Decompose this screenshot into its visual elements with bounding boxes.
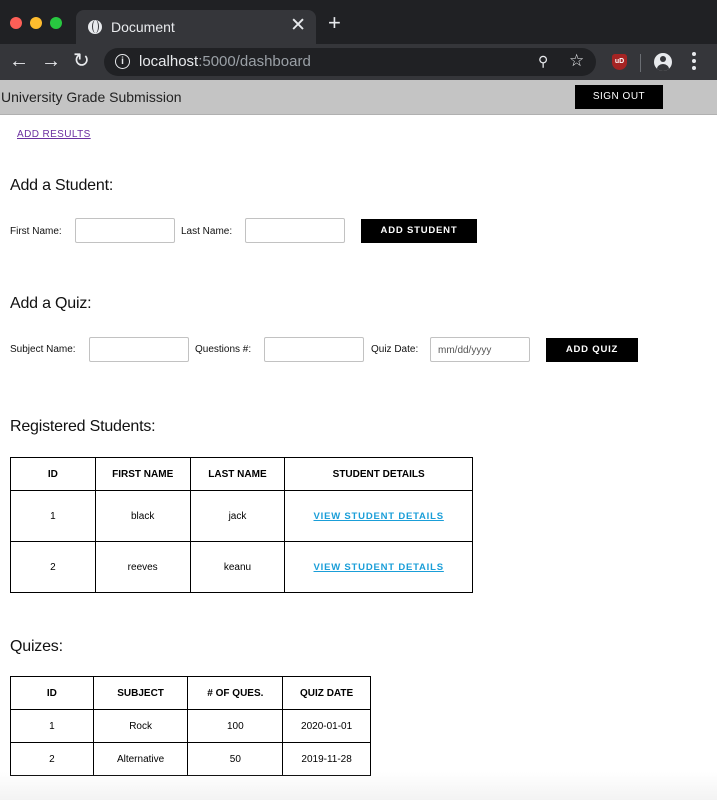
account-icon[interactable]: [654, 53, 672, 71]
add-student-button[interactable]: ADD STUDENT: [361, 219, 477, 243]
registered-students-heading: Registered Students:: [10, 418, 156, 435]
forward-arrow-icon[interactable]: →: [41, 49, 61, 73]
table-row: 2 Alternative 50 2019-11-28: [10, 742, 371, 776]
toolbar-divider: [640, 54, 641, 72]
column-header-subject: SUBJECT: [92, 676, 189, 710]
address-bar[interactable]: i localhost:5000/dashboard ⚲ ☆: [104, 48, 596, 76]
app-header: University Grade Submission SIGN OUT: [0, 80, 717, 115]
quiz-date-label: Quiz Date:: [371, 344, 419, 355]
last-name-label: Last Name:: [181, 226, 233, 237]
url-text[interactable]: localhost:5000/dashboard: [139, 53, 311, 70]
table-row: 1 Rock 100 2020-01-01: [10, 709, 371, 743]
quiz-questions-cell: 50: [187, 742, 284, 776]
add-results-link[interactable]: ADD RESULTS: [17, 129, 91, 140]
reload-icon[interactable]: ↻: [73, 49, 90, 73]
quiz-date-cell: 2019-11-28: [282, 742, 371, 776]
column-header-quiz-date: QUIZ DATE: [282, 676, 371, 710]
url-host: localhost: [139, 53, 199, 70]
browser-toolbar: ← → ↻ i localhost:5000/dashboard ⚲ ☆ uD: [0, 44, 717, 80]
browser-titlebar: Document ✕ +: [0, 0, 717, 44]
subject-name-input[interactable]: [89, 337, 189, 362]
questions-count-input[interactable]: [264, 337, 364, 362]
first-name-input[interactable]: [75, 218, 175, 243]
tab-title: Document: [111, 19, 175, 35]
student-first-name-cell: reeves: [94, 541, 191, 593]
column-header-last-name: LAST NAME: [189, 457, 286, 491]
first-name-label: First Name:: [10, 226, 62, 237]
zoom-out-icon[interactable]: ⚲: [538, 53, 548, 70]
ublock-extension-icon[interactable]: uD: [612, 54, 627, 70]
add-student-heading: Add a Student:: [10, 177, 114, 194]
table-header-row: ID SUBJECT # OF QUES. QUIZ DATE: [10, 676, 371, 710]
quiz-questions-cell: 100: [187, 709, 284, 743]
table-row: 2 reeves keanu VIEW STUDENT DETAILS: [10, 541, 473, 593]
app-title: University Grade Submission: [1, 89, 182, 105]
more-menu-icon[interactable]: [692, 52, 696, 72]
student-id-cell: 2: [10, 541, 96, 593]
quizzes-table: ID SUBJECT # OF QUES. QUIZ DATE 1 Rock 1…: [10, 676, 371, 776]
table-row: 1 black jack VIEW STUDENT DETAILS: [10, 490, 473, 542]
column-header-id: ID: [10, 457, 96, 491]
table-header-row: ID FIRST NAME LAST NAME STUDENT DETAILS: [10, 457, 473, 491]
quiz-id-cell: 1: [10, 709, 94, 743]
student-details-cell: VIEW STUDENT DETAILS: [284, 541, 473, 593]
bookmark-star-icon[interactable]: ☆: [569, 51, 584, 71]
student-last-name-cell: keanu: [189, 541, 286, 593]
back-arrow-icon[interactable]: ←: [9, 49, 29, 73]
student-details-cell: VIEW STUDENT DETAILS: [284, 490, 473, 542]
close-window-button[interactable]: [10, 17, 22, 29]
quiz-subject-cell: Alternative: [92, 742, 189, 776]
subject-name-label: Subject Name:: [10, 344, 76, 355]
maximize-window-button[interactable]: [50, 17, 62, 29]
sign-out-button[interactable]: SIGN OUT: [575, 85, 663, 109]
url-path: :5000/dashboard: [198, 53, 311, 70]
column-header-id: ID: [10, 676, 94, 710]
browser-tab[interactable]: Document ✕: [76, 10, 316, 44]
quiz-date-cell: 2020-01-01: [282, 709, 371, 743]
column-header-student-details: STUDENT DETAILS: [284, 457, 473, 491]
quizzes-heading: Quizes:: [10, 638, 63, 655]
students-table: ID FIRST NAME LAST NAME STUDENT DETAILS …: [10, 457, 473, 593]
student-last-name-cell: jack: [189, 490, 286, 542]
view-student-details-link[interactable]: VIEW STUDENT DETAILS: [314, 562, 444, 573]
minimize-window-button[interactable]: [30, 17, 42, 29]
quiz-id-cell: 2: [10, 742, 94, 776]
questions-count-label: Questions #:: [195, 344, 252, 355]
add-quiz-button[interactable]: ADD QUIZ: [546, 338, 638, 362]
add-quiz-heading: Add a Quiz:: [10, 295, 92, 312]
column-header-question-count: # OF QUES.: [187, 676, 284, 710]
quiz-date-input[interactable]: mm/dd/yyyy: [430, 337, 530, 362]
new-tab-button[interactable]: +: [328, 12, 341, 34]
student-id-cell: 1: [10, 490, 96, 542]
quiz-subject-cell: Rock: [92, 709, 189, 743]
column-header-first-name: FIRST NAME: [94, 457, 191, 491]
info-icon[interactable]: i: [115, 54, 130, 69]
tab-close-icon[interactable]: ✕: [290, 16, 306, 36]
last-name-input[interactable]: [245, 218, 345, 243]
globe-icon: [88, 20, 102, 34]
view-student-details-link[interactable]: VIEW STUDENT DETAILS: [314, 511, 444, 522]
student-first-name-cell: black: [94, 490, 191, 542]
window-bottom-shadow: [0, 772, 717, 800]
